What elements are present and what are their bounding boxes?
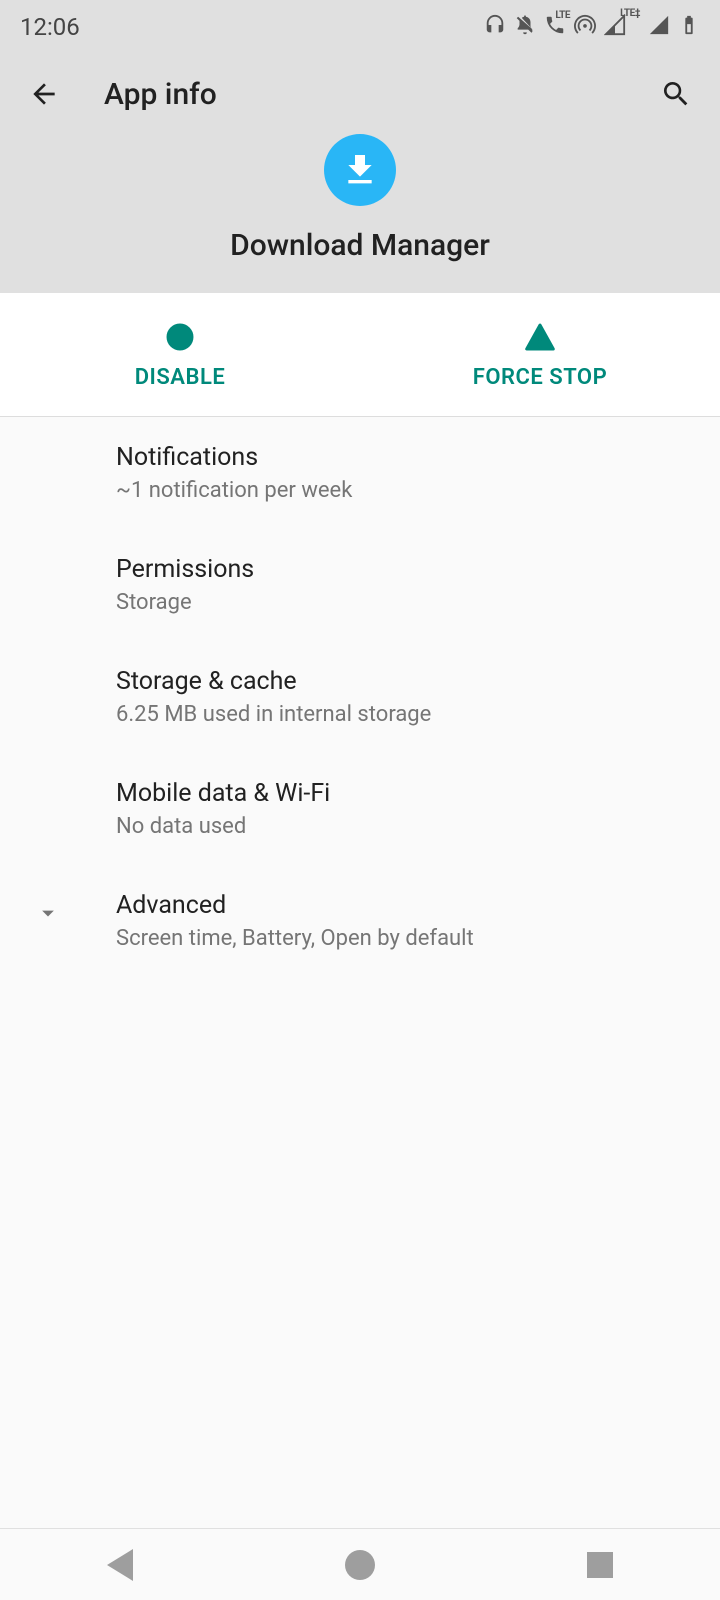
battery-icon xyxy=(678,14,700,40)
advanced-row[interactable]: Advanced Screen time, Battery, Open by d… xyxy=(0,865,720,977)
force-stop-label: FORCE STOP xyxy=(473,365,607,390)
notifications-row[interactable]: Notifications ~1 notification per week xyxy=(0,417,720,529)
back-button[interactable] xyxy=(24,74,64,114)
disable-label: DISABLE xyxy=(135,365,226,390)
action-row: DISABLE FORCE STOP xyxy=(0,293,720,417)
signal-2-icon xyxy=(648,14,670,40)
call-lte-icon: LTE xyxy=(544,14,566,40)
status-time: 12:06 xyxy=(20,13,80,41)
force-stop-button[interactable]: FORCE STOP xyxy=(360,293,720,416)
chevron-down-icon xyxy=(34,899,62,931)
header-area: App info Download Manager xyxy=(0,54,720,293)
search-button[interactable] xyxy=(656,74,696,114)
app-name: Download Manager xyxy=(230,228,490,263)
hotspot-icon xyxy=(574,14,596,40)
storage-sub: 6.25 MB used in internal storage xyxy=(116,702,690,727)
permissions-sub: Storage xyxy=(116,590,690,615)
status-bar: 12:06 LTE LTE‡ xyxy=(0,0,720,54)
system-nav-bar xyxy=(0,1528,720,1600)
data-row[interactable]: Mobile data & Wi-Fi No data used xyxy=(0,753,720,865)
permissions-title: Permissions xyxy=(116,555,690,584)
nav-recent-button[interactable] xyxy=(520,1535,680,1595)
storage-row[interactable]: Storage & cache 6.25 MB used in internal… xyxy=(0,641,720,753)
notifications-title: Notifications xyxy=(116,443,690,472)
nav-home-button[interactable] xyxy=(280,1535,440,1595)
signal-1-icon: LTE‡ xyxy=(604,14,626,40)
advanced-sub: Screen time, Battery, Open by default xyxy=(116,926,690,951)
headphones-icon xyxy=(484,14,506,40)
advanced-title: Advanced xyxy=(116,891,690,920)
nav-back-button[interactable] xyxy=(40,1535,200,1595)
permissions-row[interactable]: Permissions Storage xyxy=(0,529,720,641)
disable-button[interactable]: DISABLE xyxy=(0,293,360,416)
data-sub: No data used xyxy=(116,814,690,839)
page-title: App info xyxy=(104,77,656,112)
notifications-sub: ~1 notification per week xyxy=(116,478,690,503)
storage-title: Storage & cache xyxy=(116,667,690,696)
mute-icon xyxy=(514,14,536,40)
app-icon xyxy=(324,134,396,206)
data-title: Mobile data & Wi-Fi xyxy=(116,779,690,808)
